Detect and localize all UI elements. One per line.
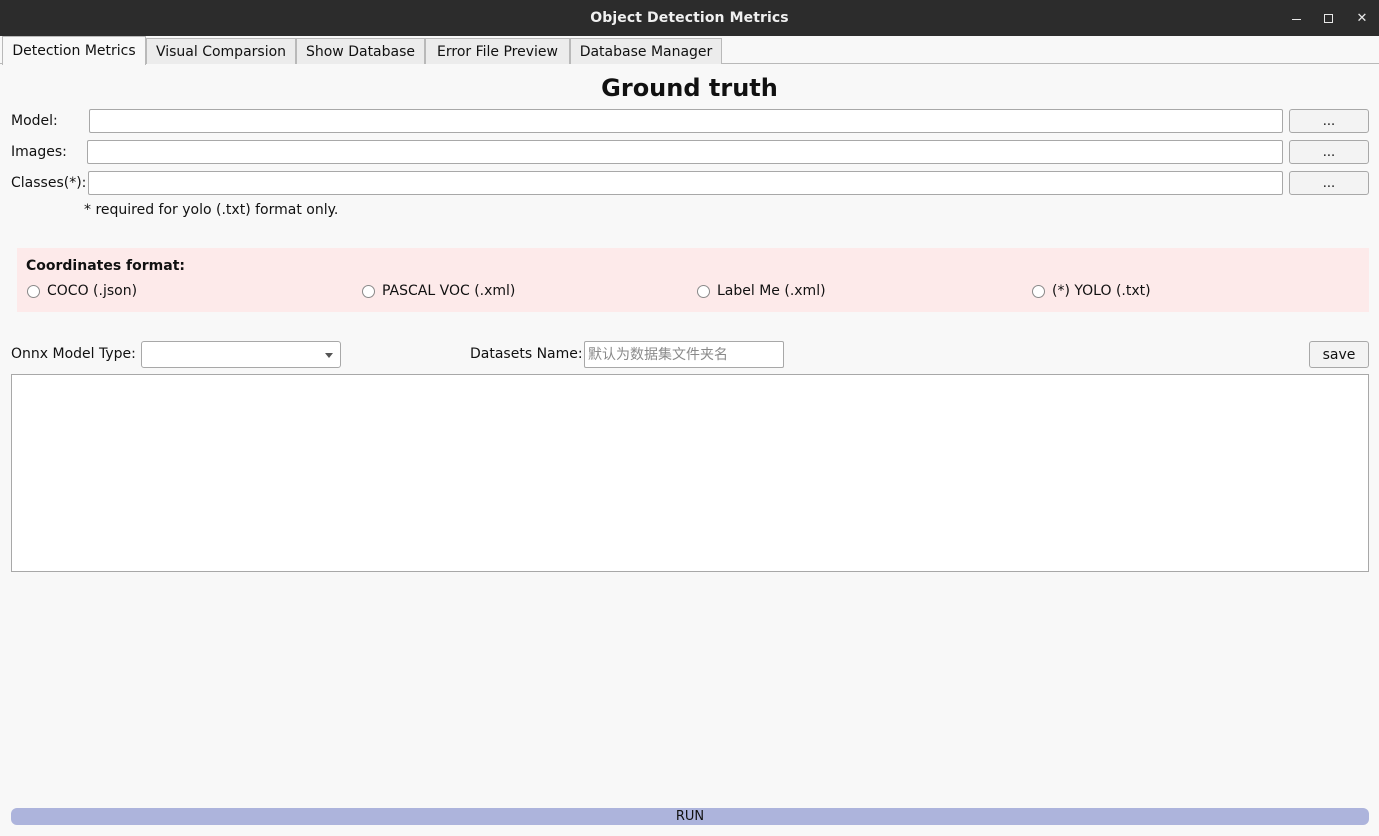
radio-labelme[interactable]: Label Me (.xml) (697, 283, 826, 299)
radio-coco[interactable]: COCO (.json) (27, 283, 137, 299)
radio-button-icon[interactable] (362, 284, 375, 298)
maximize-icon[interactable] (1318, 8, 1338, 28)
radio-button-icon[interactable] (27, 284, 40, 298)
datasets-name-input[interactable] (584, 341, 784, 368)
app-window: Object Detection Metrics ✕ Detection Met… (0, 0, 1379, 836)
classes-browse-button[interactable]: ... (1289, 171, 1369, 195)
model-path-input[interactable] (89, 109, 1283, 133)
radio-button-icon[interactable] (697, 284, 710, 298)
ground-truth-heading: Ground truth (601, 74, 778, 102)
radio-button-icon[interactable] (1032, 284, 1045, 298)
radio-pascal-voc[interactable]: PASCAL VOC (.xml) (362, 283, 515, 299)
close-icon[interactable]: ✕ (1352, 8, 1372, 28)
output-log-area[interactable] (11, 374, 1369, 572)
onnx-model-type-label: Onnx Model Type: (11, 346, 136, 362)
tab-show-database[interactable]: Show Database (296, 38, 425, 64)
radio-yolo-label: (*) YOLO (.txt) (1052, 283, 1151, 299)
radio-pascal-voc-label: PASCAL VOC (.xml) (382, 283, 516, 299)
window-title: Object Detection Metrics (590, 10, 789, 26)
tab-error-file-preview[interactable]: Error File Preview (425, 38, 570, 64)
model-browse-button[interactable]: ... (1289, 109, 1369, 133)
coordinates-format-group: Coordinates format: COCO (.json) PASCAL … (17, 248, 1369, 312)
run-button[interactable]: RUN (11, 808, 1369, 825)
yolo-requirement-note: * required for yolo (.txt) format only. (84, 202, 339, 218)
onnx-model-type-select[interactable] (141, 341, 341, 368)
images-label: Images: (11, 144, 67, 160)
datasets-name-label: Datasets Name: (470, 346, 583, 362)
classes-path-input[interactable] (88, 171, 1283, 195)
images-path-input[interactable] (87, 140, 1283, 164)
minimize-icon[interactable] (1286, 8, 1306, 28)
radio-labelme-label: Label Me (.xml) (717, 283, 826, 299)
tab-visual-comparsion[interactable]: Visual Comparsion (146, 38, 296, 64)
tab-database-manager[interactable]: Database Manager (570, 38, 722, 64)
tab-detection-metrics[interactable]: Detection Metrics (2, 36, 146, 65)
images-browse-button[interactable]: ... (1289, 140, 1369, 164)
model-label: Model: (11, 113, 58, 129)
coordinates-format-title: Coordinates format: (26, 258, 185, 274)
chevron-down-icon (325, 353, 333, 358)
save-button[interactable]: save (1309, 341, 1369, 368)
title-bar: Object Detection Metrics ✕ (0, 0, 1379, 36)
radio-yolo[interactable]: (*) YOLO (.txt) (1032, 283, 1151, 299)
radio-coco-label: COCO (.json) (47, 283, 138, 299)
tab-bar: Detection Metrics Visual Comparsion Show… (0, 36, 1379, 65)
classes-label: Classes(*): (11, 175, 87, 191)
